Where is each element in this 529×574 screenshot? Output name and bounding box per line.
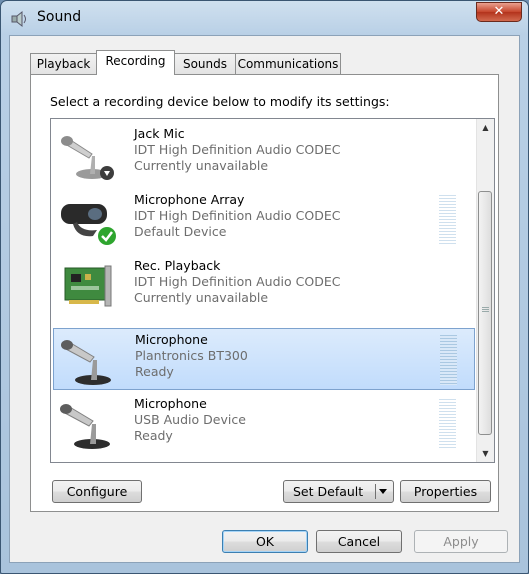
level-meter [439,195,456,245]
close-button[interactable]: ✕ [476,2,522,22]
microphone-icon [61,136,114,180]
device-driver: IDT High Definition Audio CODEC [134,274,341,289]
apply-button[interactable]: Apply [414,530,508,553]
tab-sounds[interactable]: Sounds [174,53,236,74]
level-meter [440,335,457,385]
set-default-label: Set Default [293,484,364,499]
recording-device-list[interactable]: Jack Mic IDT High Definition Audio CODEC… [50,118,495,463]
grip-icon [482,307,489,313]
device-name: Microphone Array [134,192,245,207]
tab-recording[interactable]: Recording [96,50,175,75]
device-driver: IDT High Definition Audio CODEC [134,142,341,157]
set-default-split-button[interactable]: Set Default [283,480,394,503]
device-driver: IDT High Definition Audio CODEC [134,208,341,223]
device-driver: USB Audio Device [134,412,246,427]
title-bar[interactable]: Sound ✕ [1,1,528,35]
device-status: Currently unavailable [134,158,269,173]
vertical-scrollbar[interactable]: ▲ ▼ [476,119,494,462]
close-icon: ✕ [493,4,505,19]
device-driver: Plantronics BT300 [135,348,248,363]
dropdown-arrow-icon[interactable] [375,484,389,499]
device-name: Microphone [135,332,208,347]
window-title: Sound [37,9,82,25]
microphone-icon [61,340,111,385]
speaker-icon [11,10,26,28]
device-status: Currently unavailable [134,290,269,305]
tab-playback[interactable]: Playback [30,53,97,74]
device-name: Rec. Playback [134,258,221,273]
device-row-rec-playback[interactable]: Rec. Playback IDT High Definition Audio … [53,255,475,317]
configure-button[interactable]: Configure [52,480,142,503]
device-row-jack-mic[interactable]: Jack Mic IDT High Definition Audio CODEC… [53,123,475,185]
scroll-up-arrow-icon[interactable]: ▲ [477,119,494,136]
sound-card-icon [64,265,112,307]
device-row-microphone-usb[interactable]: Microphone USB Audio Device Ready [53,393,475,455]
device-status: Ready [135,364,174,379]
scrollbar-thumb[interactable] [478,191,492,435]
cancel-button[interactable]: Cancel [316,530,402,553]
webcam-microphone-icon [61,204,116,245]
ok-button[interactable]: OK [222,530,308,553]
tab-communications[interactable]: Communications [235,53,341,74]
device-name: Microphone [134,396,207,411]
instruction-text: Select a recording device below to modif… [50,94,390,109]
properties-button[interactable]: Properties [400,480,491,503]
microphone-icon [60,404,110,449]
device-status: Ready [134,428,173,443]
level-meter [439,399,456,449]
device-status: Default Device [134,224,227,239]
device-row-microphone-bt300[interactable]: Microphone Plantronics BT300 Ready [53,328,475,390]
device-row-microphone-array[interactable]: Microphone Array IDT High Definition Aud… [53,189,475,251]
device-name: Jack Mic [134,126,185,141]
scroll-down-arrow-icon[interactable]: ▼ [477,445,494,462]
